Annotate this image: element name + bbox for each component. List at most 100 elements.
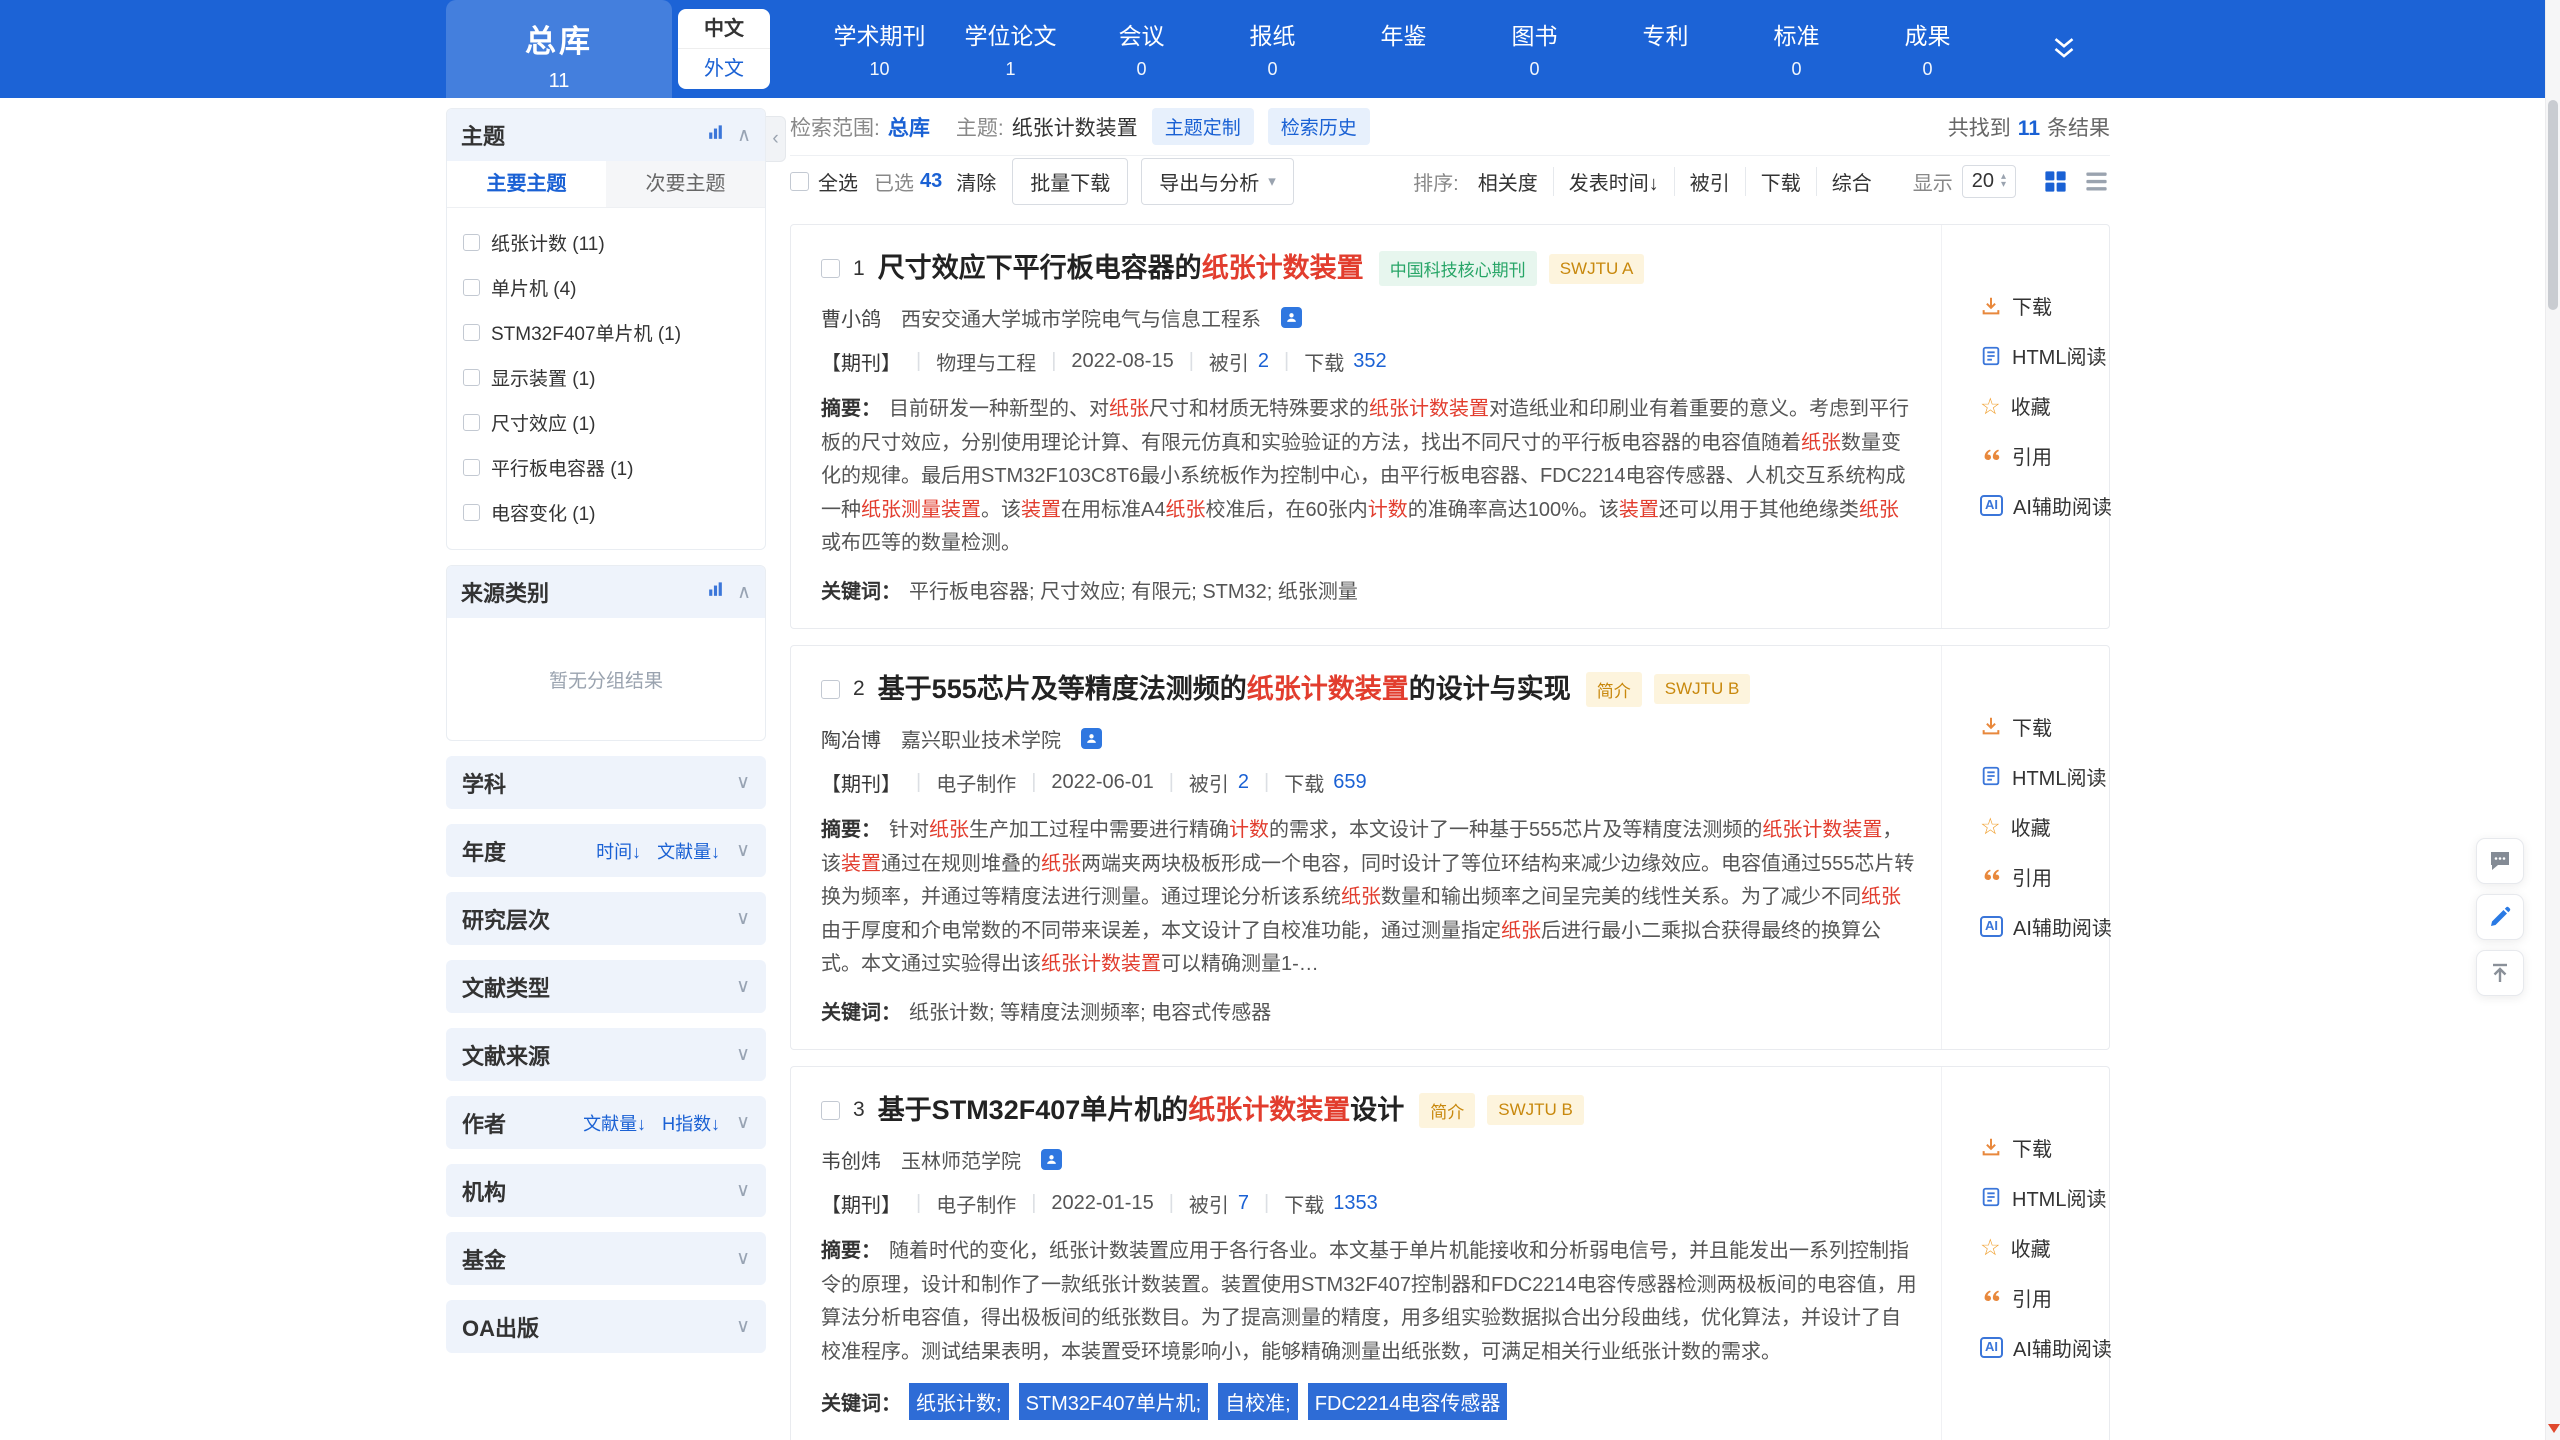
topic-filter-item[interactable]: STM32F407单片机 (1)	[447, 310, 765, 355]
filter-checkbox[interactable]	[463, 414, 480, 431]
filter-checkbox[interactable]	[463, 459, 480, 476]
download-count[interactable]: 659	[1333, 771, 1366, 794]
tab-total-library[interactable]: 总库 11	[446, 0, 672, 98]
author-sort-hindex[interactable]: H指数↓	[662, 1110, 720, 1136]
nav-item-newspapers[interactable]: 报纸 0 ▾	[1207, 0, 1338, 98]
scrollbar-thumb[interactable]	[2548, 100, 2558, 310]
sort-downloads[interactable]: 下载	[1745, 167, 1816, 196]
selected-count[interactable]: 43	[920, 170, 942, 193]
html-read-button[interactable]: HTML阅读	[1980, 1183, 2109, 1212]
sidebar-section-year[interactable]: 年度 时间↓ 文献量↓ ∨	[446, 824, 766, 877]
result-title-link[interactable]: 基于STM32F407单片机的纸张计数装置设计	[878, 1094, 1405, 1128]
affiliation-link[interactable]: 玉林师范学院	[901, 1145, 1021, 1174]
chevron-up-icon[interactable]: ∧	[737, 581, 751, 604]
ai-read-button[interactable]: AIAI辅助阅读	[1980, 1333, 2109, 1362]
favorite-button[interactable]: ☆收藏	[1980, 1233, 2109, 1262]
topic-filter-item[interactable]: 平行板电容器 (1)	[447, 445, 765, 490]
download-button[interactable]: 下载	[1980, 291, 2109, 320]
bar-chart-icon[interactable]	[706, 123, 725, 147]
sidebar-section-discipline[interactable]: 学科 ∨	[446, 756, 766, 809]
affiliation-link[interactable]: 西安交通大学城市学院电气与信息工程系	[901, 303, 1261, 332]
select-all-label[interactable]: 全选	[818, 167, 858, 196]
sidebar-collapse-handle[interactable]: ‹	[766, 116, 786, 162]
result-title-link[interactable]: 尺寸效应下平行板电容器的纸张计数装置	[878, 252, 1364, 286]
sort-cited[interactable]: 被引	[1674, 167, 1745, 196]
tab-main-topics[interactable]: 主要主题	[447, 161, 606, 207]
export-analyze-button[interactable]: 导出与分析 ▾	[1141, 158, 1294, 205]
scrollbar-down-arrow[interactable]	[2548, 1424, 2560, 1433]
topic-filter-item[interactable]: 显示装置 (1)	[447, 355, 765, 400]
feedback-button[interactable]	[2476, 838, 2524, 884]
ai-read-button[interactable]: AIAI辅助阅读	[1980, 912, 2109, 941]
result-title-link[interactable]: 基于555芯片及等精度法测频的纸张计数装置的设计与实现	[878, 673, 1571, 707]
tab-secondary-topics[interactable]: 次要主题	[606, 161, 765, 207]
topic-filter-item[interactable]: 尺寸效应 (1)	[447, 400, 765, 445]
lang-chinese-button[interactable]: 中文	[678, 9, 770, 49]
result-count-number[interactable]: 11	[2018, 117, 2040, 140]
filter-checkbox[interactable]	[463, 369, 480, 386]
cited-count[interactable]: 2	[1258, 350, 1269, 373]
nav-item-achievements[interactable]: 成果 0 ▾	[1862, 0, 1993, 98]
favorite-button[interactable]: ☆收藏	[1980, 812, 2109, 841]
filter-checkbox[interactable]	[463, 234, 480, 251]
batch-download-button[interactable]: 批量下载	[1012, 158, 1128, 205]
year-sort-time[interactable]: 时间↓	[596, 838, 641, 864]
sidebar-section-fund[interactable]: 基金 ∨	[446, 1232, 766, 1285]
topic-filter-item[interactable]: 电容变化 (1)	[447, 490, 765, 535]
result-checkbox[interactable]	[821, 680, 840, 699]
journal-link[interactable]: 电子制作	[936, 1189, 1016, 1218]
cited-count[interactable]: 2	[1238, 771, 1249, 794]
filter-checkbox[interactable]	[463, 279, 480, 296]
scope-value-link[interactable]: 总库	[888, 112, 930, 142]
journal-link[interactable]: 电子制作	[936, 768, 1016, 797]
page-scrollbar[interactable]	[2545, 0, 2560, 1440]
affiliation-link[interactable]: 嘉兴职业技术学院	[901, 724, 1061, 753]
cited-count[interactable]: 7	[1238, 1192, 1249, 1215]
filter-checkbox[interactable]	[463, 324, 480, 341]
lang-foreign-button[interactable]: 外文	[678, 49, 770, 89]
chevron-up-icon[interactable]: ∧	[737, 124, 751, 147]
nav-item-patents[interactable]: 专利 ▾	[1600, 0, 1731, 98]
clear-selection-button[interactable]: 清除	[956, 167, 996, 196]
result-checkbox[interactable]	[821, 1101, 840, 1120]
sidebar-section-author[interactable]: 作者 文献量↓ H指数↓ ∨	[446, 1096, 766, 1149]
back-to-top-button[interactable]	[2476, 950, 2524, 996]
chevron-double-down-icon[interactable]	[2047, 32, 2081, 66]
sidebar-section-institution[interactable]: 机构 ∨	[446, 1164, 766, 1217]
cite-button[interactable]: 引用	[1980, 862, 2109, 891]
download-count[interactable]: 1353	[1333, 1192, 1378, 1215]
page-size-select[interactable]: 20 ▴▾	[1962, 165, 2016, 198]
html-read-button[interactable]: HTML阅读	[1980, 762, 2109, 791]
author-sort-volume[interactable]: 文献量↓	[583, 1110, 646, 1136]
download-button[interactable]: 下载	[1980, 712, 2109, 741]
topic-filter-item[interactable]: 单片机 (4)	[447, 265, 765, 310]
nav-item-standards[interactable]: 标准 0 ▾	[1731, 0, 1862, 98]
sidebar-section-doc-source[interactable]: 文献来源 ∨	[446, 1028, 766, 1081]
bar-chart-icon[interactable]	[706, 580, 725, 604]
list-view-icon[interactable]	[2083, 168, 2110, 195]
search-history-button[interactable]: 检索历史	[1268, 108, 1370, 145]
nav-item-journals[interactable]: 学术期刊 10 ▾	[814, 0, 945, 98]
result-checkbox[interactable]	[821, 259, 840, 278]
sort-relevance[interactable]: 相关度	[1463, 167, 1553, 196]
cite-button[interactable]: 引用	[1980, 1283, 2109, 1312]
sort-comprehensive[interactable]: 综合	[1816, 167, 1887, 196]
topic-customize-button[interactable]: 主题定制	[1152, 108, 1254, 145]
nav-item-yearbooks[interactable]: 年鉴 ▾	[1338, 0, 1469, 98]
journal-link[interactable]: 物理与工程	[936, 347, 1036, 376]
author-link[interactable]: 韦创炜	[821, 1145, 881, 1174]
topic-filter-item[interactable]: 纸张计数 (11)	[447, 220, 765, 265]
ai-read-button[interactable]: AIAI辅助阅读	[1980, 491, 2109, 520]
sidebar-section-research-level[interactable]: 研究层次 ∨	[446, 892, 766, 945]
select-all-checkbox[interactable]	[790, 172, 809, 191]
nav-item-theses[interactable]: 学位论文 1 ▾	[945, 0, 1076, 98]
nav-item-conferences[interactable]: 会议 0 ▾	[1076, 0, 1207, 98]
sidebar-section-doc-type[interactable]: 文献类型 ∨	[446, 960, 766, 1013]
year-sort-volume[interactable]: 文献量↓	[657, 838, 720, 864]
html-read-button[interactable]: HTML阅读	[1980, 341, 2109, 370]
note-edit-button[interactable]	[2476, 894, 2524, 940]
filter-checkbox[interactable]	[463, 504, 480, 521]
nav-item-books[interactable]: 图书 0 ▾	[1469, 0, 1600, 98]
grid-view-icon[interactable]	[2042, 168, 2069, 195]
download-count[interactable]: 352	[1353, 350, 1386, 373]
